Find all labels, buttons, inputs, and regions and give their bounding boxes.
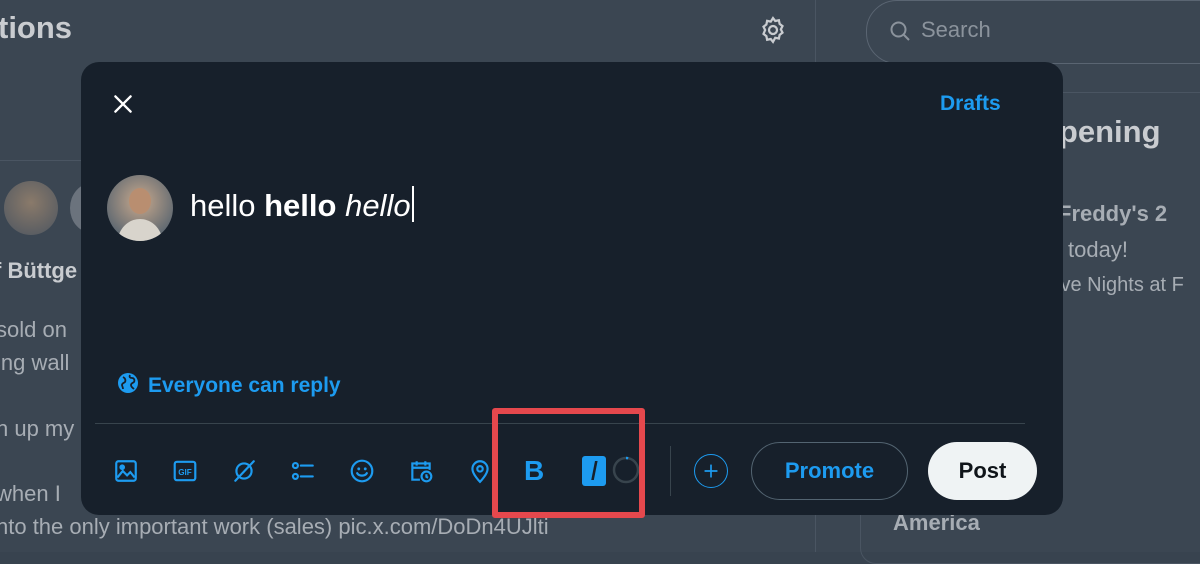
reply-settings-button[interactable]: Everyone can reply <box>116 371 341 400</box>
bg-post-text: ing wall <box>0 350 70 375</box>
bg-author-name: f Büttge <box>0 258 78 283</box>
bg-post-text: n up my <box>0 416 75 441</box>
compose-modal <box>81 62 1063 515</box>
trend-item: ive Nights at F <box>1056 274 1184 296</box>
page-title: tions <box>0 10 73 45</box>
bg-post-text: nto the only important work (sales) pic.… <box>0 514 549 539</box>
bg-post-text: when I <box>0 481 61 506</box>
bg-post-text: sold on <box>0 317 67 342</box>
search-icon <box>888 19 912 43</box>
drafts-button[interactable]: Drafts <box>940 92 1001 116</box>
trend-item[interactable]: Freddy's 2 <box>1058 201 1167 227</box>
avatar[interactable] <box>107 175 173 241</box>
bold-button[interactable]: B <box>524 455 544 487</box>
close-icon[interactable] <box>105 86 141 122</box>
promote-button[interactable]: Promote <box>751 442 908 500</box>
grok-icon[interactable] <box>229 456 259 486</box>
toolbar-separator <box>670 446 671 496</box>
gear-icon[interactable] <box>758 15 788 45</box>
compose-text-plain: hello <box>190 188 265 223</box>
globe-icon <box>116 371 140 400</box>
avatar <box>4 181 58 235</box>
compose-text-space <box>336 188 345 223</box>
toolbar-divider <box>95 423 1025 424</box>
plus-icon[interactable] <box>694 454 728 488</box>
image-icon[interactable] <box>111 456 141 486</box>
italic-button[interactable]: I <box>582 456 606 486</box>
compose-text-bold: hello <box>264 188 337 223</box>
character-count-ring <box>611 455 641 485</box>
location-icon[interactable] <box>465 456 495 486</box>
svg-text:GIF: GIF <box>178 468 192 477</box>
search-placeholder: Search <box>921 17 991 42</box>
text-caret <box>411 186 414 222</box>
post-button[interactable]: Post <box>928 442 1037 500</box>
emoji-icon[interactable] <box>347 456 377 486</box>
poll-icon[interactable] <box>288 456 318 486</box>
schedule-icon[interactable] <box>406 456 436 486</box>
compose-text-italic: hello <box>345 188 411 223</box>
reply-settings-label: Everyone can reply <box>148 373 341 397</box>
trend-item: today! <box>1068 237 1128 262</box>
gif-icon[interactable]: GIF <box>170 456 200 486</box>
search-input[interactable] <box>866 0 1200 64</box>
compose-textarea[interactable]: hello hello hello <box>190 186 414 224</box>
